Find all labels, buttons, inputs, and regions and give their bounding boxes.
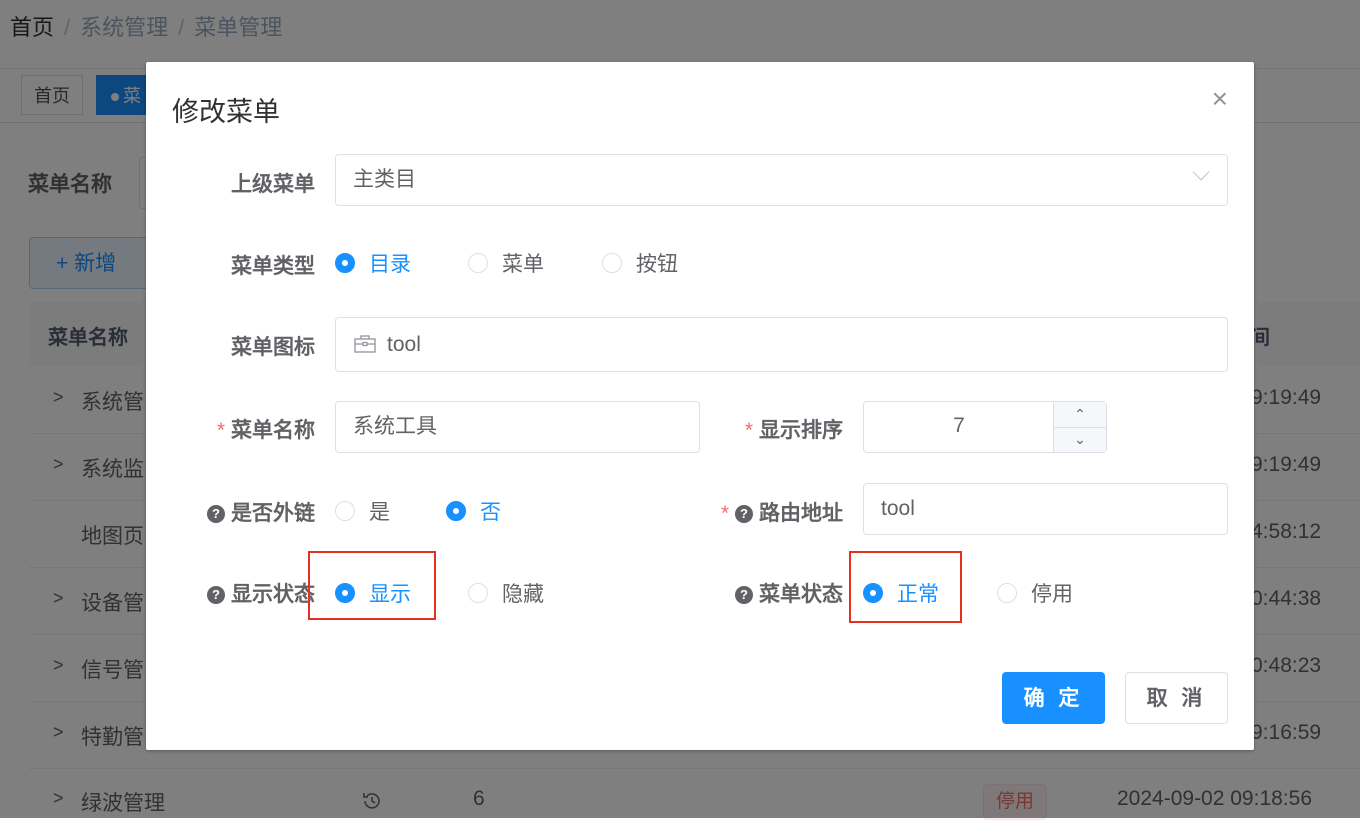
edit-menu-dialog: 修改菜单 × 上级菜单 主类目 菜单类型 目录 菜单 按钮 菜单图标 tool … (146, 62, 1254, 750)
menu-icon-value: tool (387, 333, 421, 356)
parent-menu-select[interactable]: 主类目 (335, 154, 1228, 206)
menu-status-label-text: 菜单状态 (759, 583, 843, 606)
chevron-up-icon: ⌃ (1074, 406, 1086, 422)
cancel-button[interactable]: 取 消 (1125, 672, 1228, 724)
menu-icon-label: 菜单图标 (231, 336, 315, 359)
required-asterisk: * (744, 419, 753, 442)
toolbox-icon (353, 321, 377, 374)
route-label-text: 路由地址 (759, 502, 843, 525)
menu-type-label: 菜单类型 (231, 255, 315, 278)
radio-ring (602, 253, 622, 273)
menu-name-label: * 菜单名称 (217, 414, 315, 444)
radio-label: 目录 (369, 253, 411, 276)
highlight-box-visible (308, 551, 436, 620)
radio-status-disabled[interactable]: 停用 (997, 578, 1073, 608)
external-link-label-text: 是否外链 (231, 502, 315, 525)
visible-label: ? 显示状态 (207, 578, 315, 608)
route-input[interactable]: tool (863, 483, 1228, 535)
radio-ring (997, 583, 1017, 603)
order-label: * 显示排序 (745, 414, 843, 444)
required-asterisk: * (720, 502, 729, 525)
radio-label: 按钮 (636, 253, 678, 276)
question-icon[interactable]: ? (735, 505, 753, 523)
menu-name-label-text: 菜单名称 (231, 419, 315, 442)
stepper-controls: ⌃ ⌄ (1053, 402, 1106, 452)
radio-label: 隐藏 (502, 583, 544, 606)
parent-menu-value: 主类目 (353, 168, 416, 191)
dialog-title: 修改菜单 (172, 97, 280, 127)
increase-button[interactable]: ⌃ (1054, 402, 1106, 428)
route-value: tool (881, 497, 915, 520)
menu-name-input[interactable]: 系统工具 (335, 401, 700, 453)
radio-external-yes[interactable]: 是 (335, 496, 390, 526)
radio-ring (446, 501, 466, 521)
menu-name-value: 系统工具 (353, 415, 437, 438)
radio-ring (335, 253, 355, 273)
question-icon[interactable]: ? (207, 505, 225, 523)
radio-visible-hide[interactable]: 隐藏 (468, 578, 544, 608)
confirm-button[interactable]: 确 定 (1002, 672, 1105, 724)
radio-ring (468, 253, 488, 273)
order-stepper: 7 ⌃ ⌄ (863, 401, 1107, 453)
chevron-down-icon: ⌄ (1074, 431, 1086, 447)
chevron-down-icon (1192, 163, 1210, 181)
order-label-text: 显示排序 (759, 419, 843, 442)
radio-type-menu[interactable]: 菜单 (468, 248, 544, 278)
route-label: *? 路由地址 (721, 497, 843, 527)
radio-type-button[interactable]: 按钮 (602, 248, 678, 278)
visible-label-text: 显示状态 (231, 583, 315, 606)
radio-label: 是 (369, 501, 390, 524)
radio-label: 菜单 (502, 253, 544, 276)
radio-external-no[interactable]: 否 (446, 496, 501, 526)
menu-status-label: ? 菜单状态 (735, 578, 843, 608)
question-icon[interactable]: ? (735, 586, 753, 604)
question-icon[interactable]: ? (207, 586, 225, 604)
order-value[interactable]: 7 (864, 414, 1054, 438)
external-link-label: ? 是否外链 (207, 497, 315, 527)
close-icon[interactable]: × (1212, 84, 1228, 114)
parent-menu-label: 上级菜单 (231, 173, 315, 196)
radio-ring (335, 501, 355, 521)
menu-icon-input[interactable]: tool (335, 317, 1228, 372)
decrease-button[interactable]: ⌄ (1054, 427, 1106, 452)
radio-ring (468, 583, 488, 603)
highlight-box-status (849, 551, 962, 623)
radio-label: 否 (480, 501, 501, 524)
required-asterisk: * (216, 419, 225, 442)
radio-label: 停用 (1031, 583, 1073, 606)
radio-type-directory[interactable]: 目录 (335, 248, 411, 278)
